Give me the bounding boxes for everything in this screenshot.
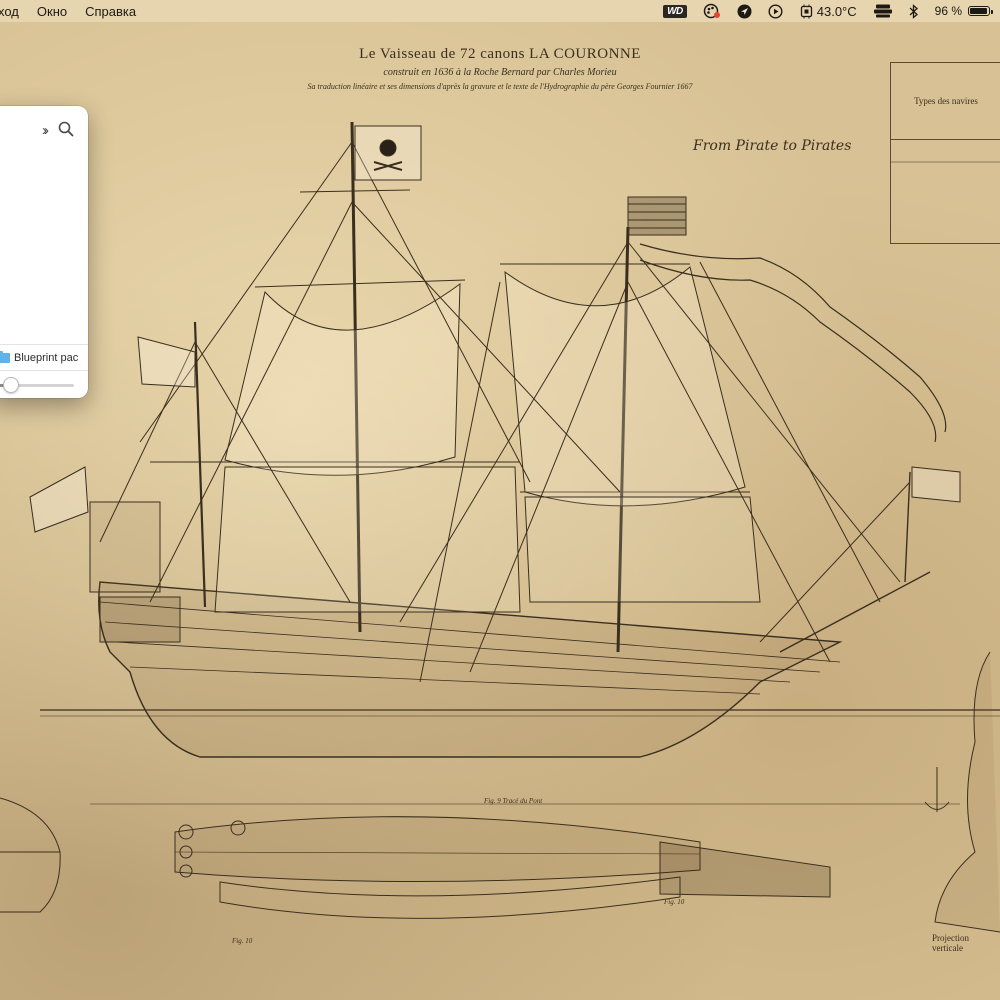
color-palette-menu[interactable] bbox=[703, 0, 721, 22]
bluetooth-menu[interactable] bbox=[909, 0, 919, 22]
now-playing-menu[interactable] bbox=[768, 0, 783, 22]
menu-items: ход Окно Справка bbox=[0, 4, 154, 19]
blueprint-subtitle: construit en 1636 à la Roche Bernard par… bbox=[383, 67, 617, 78]
blueprint-title: Le Vaisseau de 72 canons LA COURONNE bbox=[359, 46, 641, 62]
stacked-display-icon bbox=[873, 4, 892, 18]
finder-path-bar[interactable]: Blueprint pac bbox=[0, 344, 88, 371]
battery-menu[interactable]: 96 % bbox=[934, 0, 993, 22]
blueprint-table-header: Types des navires bbox=[891, 63, 1000, 140]
wd-drive-menu[interactable]: WD bbox=[663, 0, 687, 22]
icon-size-slider-thumb[interactable] bbox=[3, 377, 19, 393]
blueprint-script-text: From Pirate to Pirates bbox=[693, 138, 852, 154]
wd-drive-icon: WD bbox=[663, 4, 687, 18]
blueprint-table: Types des navires bbox=[890, 62, 1000, 244]
location-arrow-icon bbox=[737, 4, 752, 18]
menu-item-go[interactable]: ход bbox=[0, 4, 19, 19]
cpu-temperature-menu[interactable]: 43.0°C bbox=[799, 0, 857, 22]
desktop-wallpaper: Le Vaisseau de 72 canons LA COURONNE con… bbox=[0, 22, 1000, 1000]
finder-toolbar: ›› bbox=[0, 106, 88, 154]
menu-item-window[interactable]: Окно bbox=[37, 4, 67, 19]
menu-item-help[interactable]: Справка bbox=[85, 4, 136, 19]
ship-blueprint-drawing bbox=[0, 121, 1000, 933]
double-chevron-right-icon: ›› bbox=[42, 121, 49, 139]
menu-bar: ход Окно Справка WD 43.0°C 96 % bbox=[0, 0, 1000, 22]
palette-icon bbox=[703, 3, 720, 19]
fig-label: Fig. 10 bbox=[664, 898, 685, 906]
menu-status-area: WD 43.0°C 96 % bbox=[647, 0, 993, 22]
projection-label: Projection verticale bbox=[932, 933, 969, 953]
search-icon bbox=[58, 121, 74, 136]
play-circle-icon bbox=[768, 3, 783, 19]
finder-window: ›› Blueprint pac bbox=[0, 106, 88, 398]
location-menu[interactable] bbox=[737, 0, 752, 22]
battery-icon bbox=[968, 6, 993, 16]
folder-icon bbox=[0, 351, 10, 363]
temperature-value: 43.0°C bbox=[816, 3, 857, 19]
chip-icon bbox=[800, 4, 812, 18]
battery-percentage: 96 % bbox=[934, 4, 962, 18]
search-button[interactable] bbox=[58, 121, 74, 140]
fig-label: Fig. 10 bbox=[232, 937, 253, 945]
toolbar-overflow-button[interactable]: ›› bbox=[42, 121, 49, 139]
battery-level-fill bbox=[970, 8, 988, 14]
fig-label: Fig. 9 Tracé du Pont bbox=[484, 797, 543, 805]
blueprint-caption: Sa traduction linéaire et ses dimensions… bbox=[307, 82, 693, 91]
bluetooth-icon bbox=[909, 3, 918, 19]
icon-size-slider-row bbox=[0, 370, 88, 398]
path-folder-name: Blueprint pac bbox=[14, 352, 79, 364]
display-menu[interactable] bbox=[873, 0, 893, 22]
